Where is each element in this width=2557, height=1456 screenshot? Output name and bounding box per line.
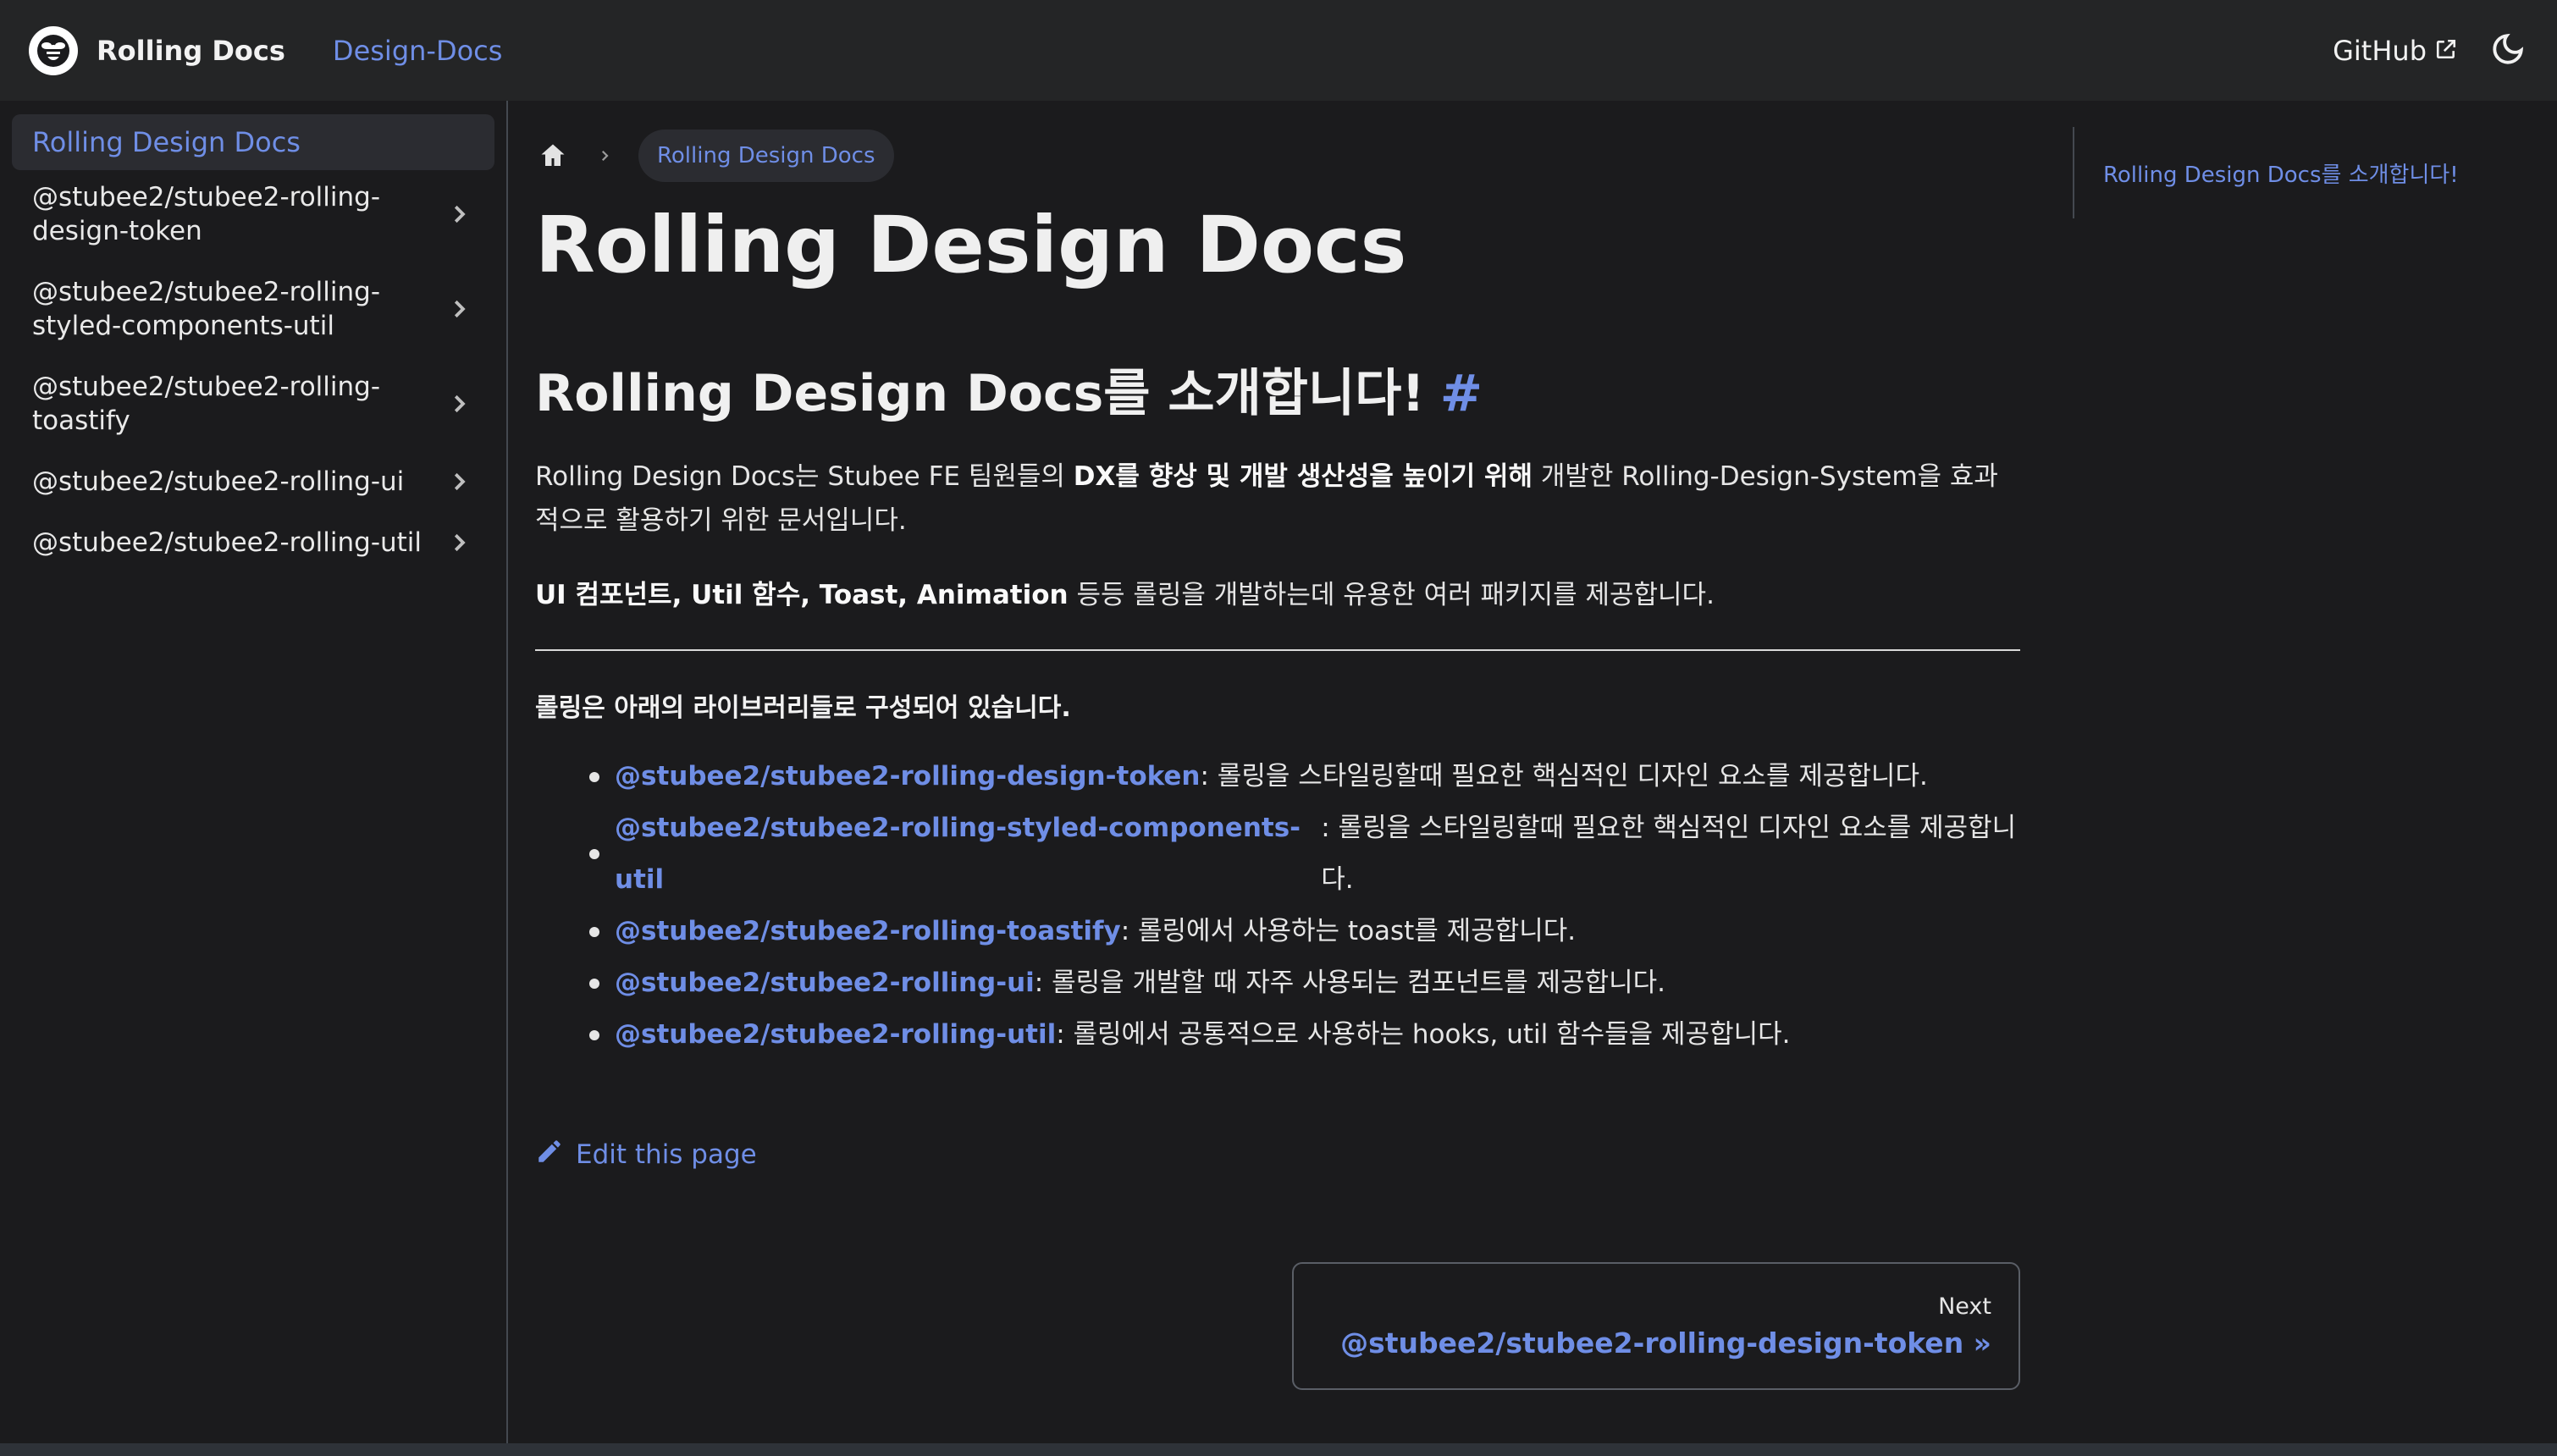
bottom-strip [0,1443,2557,1456]
sidebar-item-toastify[interactable]: @stubee2/stubee2-rolling-toastify [12,370,494,438]
table-of-contents: Rolling Design Docs를 소개합니다! [2073,127,2513,218]
github-label: GitHub [2333,34,2427,67]
sidebar-item-rolling-design-docs[interactable]: Rolling Design Docs [12,114,494,170]
bullet [589,926,599,937]
pencil-icon [535,1137,564,1172]
chevron-right-icon [596,147,613,164]
sidebar-item-design-token[interactable]: @stubee2/stubee2-rolling-design-token [12,180,494,248]
brand-title: Rolling Docs [97,34,285,67]
section-heading-text: Rolling Design Docs를 소개합니다! [535,364,1425,423]
brand-link[interactable]: Rolling Docs [29,25,285,75]
libraries-intro: 롤링은 아래의 라이브러리들로 구성되어 있습니다. [535,693,1071,723]
sidebar-item-label: @stubee2/stubee2-rolling-design-token [32,182,381,246]
chevron-right-icon[interactable] [444,294,474,324]
list-item: @stubee2/stubee2-rolling-util : 롤링에서 공통적… [589,1009,2020,1061]
list-item: @stubee2/stubee2-rolling-toastify : 롤링에서… [589,906,2020,957]
page-title: Rolling Design Docs [535,200,1407,290]
intro-text-bold: DX를 향상 및 개발 생산성을 높이기 위해 [1073,461,1533,492]
next-page-label: @stubee2/stubee2-rolling-design-token » [1340,1326,1991,1359]
chevron-right-icon[interactable] [444,527,474,558]
sidebar-item-styled-components-util[interactable]: @stubee2/stubee2-rolling-styled-componen… [12,275,494,343]
doc-main: Rolling Design Docs Rolling Design Docs … [535,101,2020,1443]
library-desc: : 롤링을 스타일링할때 필요한 핵심적인 디자인 요소를 제공합니다. [1200,761,1928,791]
sidebar-item-ui[interactable]: @stubee2/stubee2-rolling-ui [12,465,494,499]
sidebar-item-label: @stubee2/stubee2-rolling-styled-componen… [32,277,381,341]
next-sublabel: Next [1938,1293,1991,1320]
chevron-right-icon[interactable] [444,466,474,497]
list-item: @stubee2/stubee2-rolling-ui : 롤링을 개발할 때 … [589,957,2020,1009]
edit-page-label: Edit this page [576,1139,757,1170]
list-item: @stubee2/stubee2-rolling-design-token : … [589,751,2020,802]
navbar-right: GitHub [2333,30,2528,71]
breadcrumb: Rolling Design Docs [535,130,2020,182]
bee-logo-icon [29,25,78,75]
github-link[interactable]: GitHub [2333,35,2457,67]
sidebar-item-label: @stubee2/stubee2-rolling-util [32,527,422,558]
docs-sidebar: Rolling Design Docs @stubee2/stubee2-rol… [0,101,508,1443]
sidebar-item-label: @stubee2/stubee2-rolling-toastify [32,372,381,436]
features-text-bold: UI 컴포넌트, Util 함수, Toast, Animation [535,580,1069,610]
sidebar-item-label: @stubee2/stubee2-rolling-ui [32,466,405,497]
intro-paragraph: Rolling Design Docs는 Stubee FE 팀원들의 DX를 … [535,455,2020,543]
heading-anchor-link[interactable]: # [1440,363,1483,424]
library-link-ui[interactable]: @stubee2/stubee2-rolling-ui [615,957,1035,1009]
sidebar-item-util[interactable]: @stubee2/stubee2-rolling-util [12,526,494,560]
toc-item[interactable]: Rolling Design Docs를 소개합니다! [2103,157,2459,189]
library-link-design-token[interactable]: @stubee2/stubee2-rolling-design-token [615,751,1201,802]
bullet [589,1029,599,1040]
library-link-util[interactable]: @stubee2/stubee2-rolling-util [615,1009,1056,1061]
bullet [589,978,599,989]
library-link-toastify[interactable]: @stubee2/stubee2-rolling-toastify [615,906,1121,957]
features-paragraph: UI 컴포넌트, Util 함수, Toast, Animation 등등 롤링… [535,573,2020,617]
features-text: 등등 롤링을 개발하는데 유용한 여러 패키지를 제공합니다. [1068,580,1715,610]
chevron-right-icon[interactable] [444,199,474,229]
library-list: @stubee2/stubee2-rolling-design-token : … [535,751,2020,1061]
library-desc: : 롤링에서 공통적으로 사용하는 hooks, util 함수들을 제공합니다… [1056,1019,1791,1050]
chevron-right-icon[interactable] [444,389,474,419]
library-desc: : 롤링을 개발할 때 자주 사용되는 컴포넌트를 제공합니다. [1034,968,1666,998]
moon-icon [2490,31,2526,69]
list-item: @stubee2/stubee2-rolling-styled-componen… [589,802,2020,906]
breadcrumb-current: Rolling Design Docs [638,130,894,182]
library-link-styled-components-util[interactable]: @stubee2/stubee2-rolling-styled-componen… [615,802,1321,906]
navbar-left: Rolling Docs Design-Docs [29,25,503,75]
top-navbar: Rolling Docs Design-Docs GitHub [0,0,2557,101]
divider [535,649,2020,651]
next-page-card[interactable]: Next @stubee2/stubee2-rolling-design-tok… [1292,1262,2020,1390]
external-link-icon [2435,35,2457,67]
theme-toggle-button[interactable] [2488,30,2528,71]
home-icon[interactable] [535,138,571,174]
bullet [589,849,599,859]
bullet [589,771,599,782]
library-desc: : 롤링에서 사용하는 toast를 제공합니다. [1120,916,1577,946]
intro-text-a: Rolling Design Docs는 Stubee FE 팀원들의 [535,461,1074,492]
section-heading: Rolling Design Docs를 소개합니다! # [535,363,2020,424]
nav-link-design-docs[interactable]: Design-Docs [333,35,503,67]
edit-page-link[interactable]: Edit this page [535,1137,2020,1172]
library-desc: : 롤링을 스타일링할때 필요한 핵심적인 디자인 요소를 제공합니다. [1321,813,2017,895]
